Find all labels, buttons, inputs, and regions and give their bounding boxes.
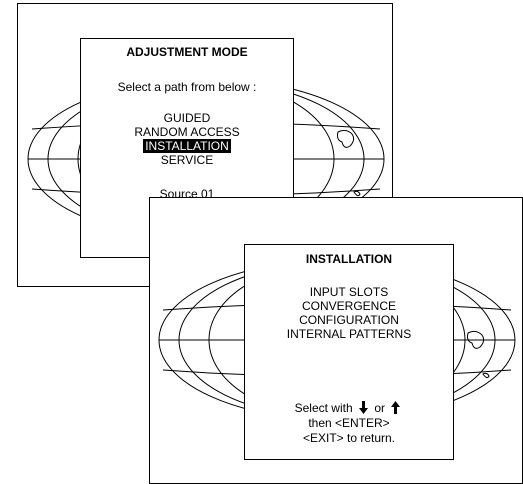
menu-item-service[interactable]: SERVICE [81, 153, 293, 167]
menu-item-installation[interactable]: INSTALLATION [81, 139, 293, 153]
installation-dialog: INSTALLATION INPUT SLOTS CONVERGENCE CON… [244, 244, 454, 460]
menu-item-internal-patterns[interactable]: INTERNAL PATTERNS [245, 327, 453, 341]
menu-item-input-slots[interactable]: INPUT SLOTS [245, 285, 453, 299]
installation-menu-title: INSTALLATION [305, 252, 393, 266]
adjustment-menu-prompt: Select a path from below : [117, 80, 257, 94]
adjustment-menu-title: ADJUSTMENT MODE [126, 45, 248, 59]
menu-item-convergence[interactable]: CONVERGENCE [245, 299, 453, 313]
installation-menu-list: INPUT SLOTS CONVERGENCE CONFIGURATION IN… [245, 285, 453, 341]
arrow-up-icon [391, 401, 401, 414]
select-hint-or: or [374, 401, 386, 415]
exit-hint: <EXIT> to return. [302, 431, 396, 445]
select-hint-text: Select with [294, 401, 353, 415]
enter-hint: then <ENTER> [308, 416, 390, 430]
installation-screen: INSTALLATION INPUT SLOTS CONVERGENCE CON… [149, 197, 523, 484]
menu-item-guided[interactable]: GUIDED [81, 111, 293, 125]
select-hint: Select with or [245, 401, 453, 415]
menu-item-configuration[interactable]: CONFIGURATION [245, 313, 453, 327]
arrow-down-icon [359, 401, 368, 414]
menu-item-random-access[interactable]: RANDOM ACCESS [81, 125, 293, 139]
adjustment-menu-list: GUIDED RANDOM ACCESS INSTALLATION SERVIC… [81, 111, 293, 167]
